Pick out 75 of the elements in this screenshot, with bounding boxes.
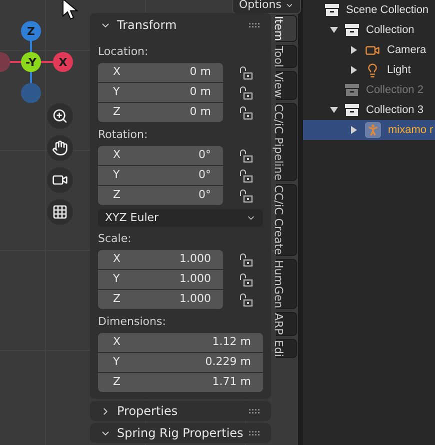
outliner-row[interactable]: Camera <box>303 40 435 60</box>
collapsible-panel-header[interactable]: Properties <box>90 401 271 421</box>
panel-title: Properties <box>117 403 178 420</box>
padlock-open-icon[interactable] <box>239 86 253 100</box>
collapsed-triangle-icon[interactable] <box>350 126 358 134</box>
padlock-open-icon[interactable] <box>239 188 253 202</box>
outliner-item-name: mixamo r <box>388 122 434 138</box>
outliner-item-name: Light <box>387 62 411 78</box>
number-field[interactable]: Z 1.000 <box>98 290 223 309</box>
sidebar-tab[interactable]: CC/iC Create <box>276 184 297 256</box>
drag-handle-icon[interactable] <box>249 408 261 414</box>
outliner-row[interactable]: Scene Collection <box>303 0 435 20</box>
movie-camera-button[interactable] <box>47 167 73 193</box>
outliner-item-name: Collection <box>366 22 414 38</box>
drag-handle-icon[interactable] <box>249 430 261 436</box>
collapsible-panel-header[interactable]: Spring Rig Properties <box>90 423 271 443</box>
lightbulb-icon <box>365 62 380 78</box>
hand-icon <box>52 140 68 156</box>
sidebar-tab[interactable]: ARP <box>276 312 297 336</box>
number-field[interactable]: X 1.000 <box>98 250 223 269</box>
axis-gizmo-drawing[interactable]: Z -Y X <box>0 19 76 107</box>
outliner-item-name: Camera <box>387 42 426 58</box>
collapsed-triangle-icon[interactable] <box>350 46 358 54</box>
number-field[interactable]: Y 0 m <box>98 83 223 102</box>
number-field[interactable]: Y 0.229 m <box>98 353 263 372</box>
number-field[interactable]: Z 0 m <box>98 103 223 122</box>
panel-title: Spring Rig Properties <box>117 425 244 442</box>
box-icon <box>345 24 359 36</box>
stick-figure-icon <box>365 122 381 138</box>
outliner-row[interactable]: mixamo r <box>303 120 435 140</box>
sidebar-tab[interactable]: Edi <box>276 338 297 358</box>
sidebar-tab[interactable]: HumGen <box>276 258 297 309</box>
box-icon <box>325 4 339 16</box>
group-label: Location: <box>98 44 150 60</box>
number-field[interactable]: Y 1.000 <box>98 270 223 289</box>
padlock-open-icon[interactable] <box>239 148 253 162</box>
padlock-open-icon[interactable] <box>239 66 253 80</box>
outliner-item-name: Scene Collection <box>346 2 429 18</box>
grid-icon <box>52 204 68 220</box>
zoom-button[interactable] <box>47 103 73 129</box>
expanded-triangle-icon[interactable] <box>330 106 338 114</box>
number-field[interactable]: X 0° <box>98 146 223 165</box>
group-label: Rotation: <box>98 127 149 143</box>
number-field[interactable]: X 1.12 m <box>98 333 263 352</box>
hand-button[interactable] <box>47 135 73 161</box>
padlock-open-icon[interactable] <box>239 252 253 266</box>
outliner-item-name: Collection 3 <box>366 102 424 118</box>
zoom-icon <box>52 108 68 124</box>
padlock-open-icon[interactable] <box>239 292 253 306</box>
outliner-item-name: Collection 2 <box>366 82 424 98</box>
number-field[interactable]: Z 0° <box>98 186 223 205</box>
outliner-row[interactable]: Collection <box>303 20 435 40</box>
drag-handle-icon[interactable] <box>249 22 261 28</box>
collapsed-triangle-icon[interactable] <box>350 66 358 74</box>
box-icon <box>345 104 359 116</box>
group-label: Dimensions: <box>98 314 167 330</box>
padlock-open-icon[interactable] <box>239 168 253 182</box>
sidebar-tab[interactable]: View <box>276 71 297 100</box>
group-label: Scale: <box>98 231 132 247</box>
rotation-mode-dropdown[interactable]: XYZ Euler <box>98 209 263 227</box>
number-field[interactable]: X 0 m <box>98 63 223 82</box>
grid-button[interactable] <box>47 199 73 225</box>
box-icon <box>345 84 359 96</box>
caret-icon <box>285 1 294 10</box>
outliner-row[interactable]: Collection 3 <box>303 100 435 120</box>
number-field[interactable]: Z 1.71 m <box>98 373 263 392</box>
sidebar-tab[interactable]: Item <box>276 15 297 42</box>
padlock-open-icon[interactable] <box>239 272 253 286</box>
number-field[interactable]: Y 0° <box>98 166 223 185</box>
sidebar-tab[interactable]: Tool <box>276 45 297 68</box>
padlock-open-icon[interactable] <box>239 106 253 120</box>
outliner-row[interactable]: Light <box>303 60 435 80</box>
options-button[interactable]: Options <box>232 0 302 14</box>
panel-title[interactable]: Transform <box>117 16 177 34</box>
expanded-triangle-icon[interactable] <box>330 26 338 34</box>
